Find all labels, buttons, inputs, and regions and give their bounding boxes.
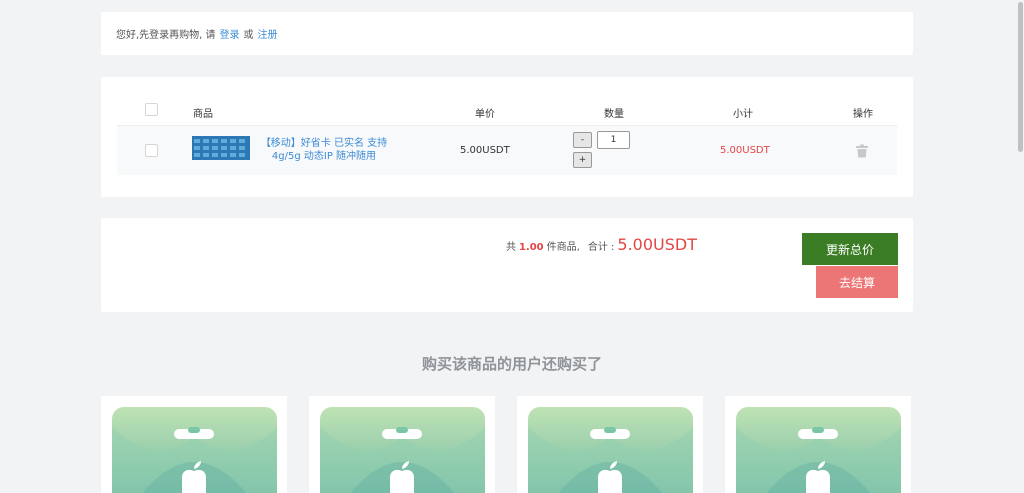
login-link[interactable]: 登录 [220,26,240,41]
login-bar: 您好,先登录再购物, 请 登录 或 注册 [101,12,913,55]
register-link[interactable]: 注册 [258,26,278,41]
gift-card-image[interactable] [112,407,277,493]
recommended-product-card[interactable] [309,396,495,493]
cart-table: 商品 单价 数量 小计 操作 【移动】好省卡 已实名 支持4g/5g 动态IP … [101,77,913,197]
total-label: 合计 : [587,242,615,253]
update-total-button[interactable]: 更新总价 [802,233,898,265]
quantity-increase-button[interactable]: + [573,152,592,168]
recommended-product-card[interactable] [101,396,287,493]
header-product: 商品 [193,109,213,120]
quantity-input[interactable] [597,131,630,149]
quantity-decrease-button[interactable]: - [573,132,592,148]
product-name-link[interactable]: 【移动】好省卡 已实名 支持4g/5g 动态IP 随冲随用 [258,137,390,163]
item-unit-price: 5.00USDT [460,145,510,156]
item-subtotal: 5.00USDT [720,145,770,156]
login-prompt: 您好,先登录再购物, 请 [116,30,216,41]
cart-header-row: 商品 单价 数量 小计 操作 [117,99,897,125]
cart-summary: 共 1.00 件商品, 合计 : 5.00USDT 更新总价 去结算 [101,218,913,312]
total-amount: 5.00USDT [617,235,697,254]
or-text: 或 [243,30,254,41]
header-quantity: 数量 [604,109,624,120]
item-checkbox[interactable] [145,144,158,157]
scrollbar-thumb[interactable] [1018,2,1023,152]
checkout-button[interactable]: 去结算 [816,266,898,298]
select-all-checkbox[interactable] [145,103,158,116]
cart-item-row: 【移动】好省卡 已实名 支持4g/5g 动态IP 随冲随用 5.00USDT -… [117,125,897,175]
gift-card-image[interactable] [736,407,901,493]
count-prefix: 共 [505,242,516,253]
count-suffix: 件商品, [546,242,580,253]
recommendations-title: 购买该商品的用户还购买了 [421,355,602,373]
header-subtotal: 小计 [733,109,753,120]
scrollbar[interactable] [1016,0,1024,493]
gift-card-image[interactable] [320,407,485,493]
product-thumbnail[interactable] [192,136,250,160]
recommended-product-card[interactable] [725,396,911,493]
summary-text: 共 1.00 件商品, 合计 : 5.00USDT [506,235,697,254]
header-action: 操作 [853,109,873,120]
item-count: 1.00 [518,242,544,253]
recommended-product-card[interactable] [517,396,703,493]
gift-card-image[interactable] [528,407,693,493]
header-unit-price: 单价 [475,109,495,120]
trash-icon[interactable] [855,144,869,158]
